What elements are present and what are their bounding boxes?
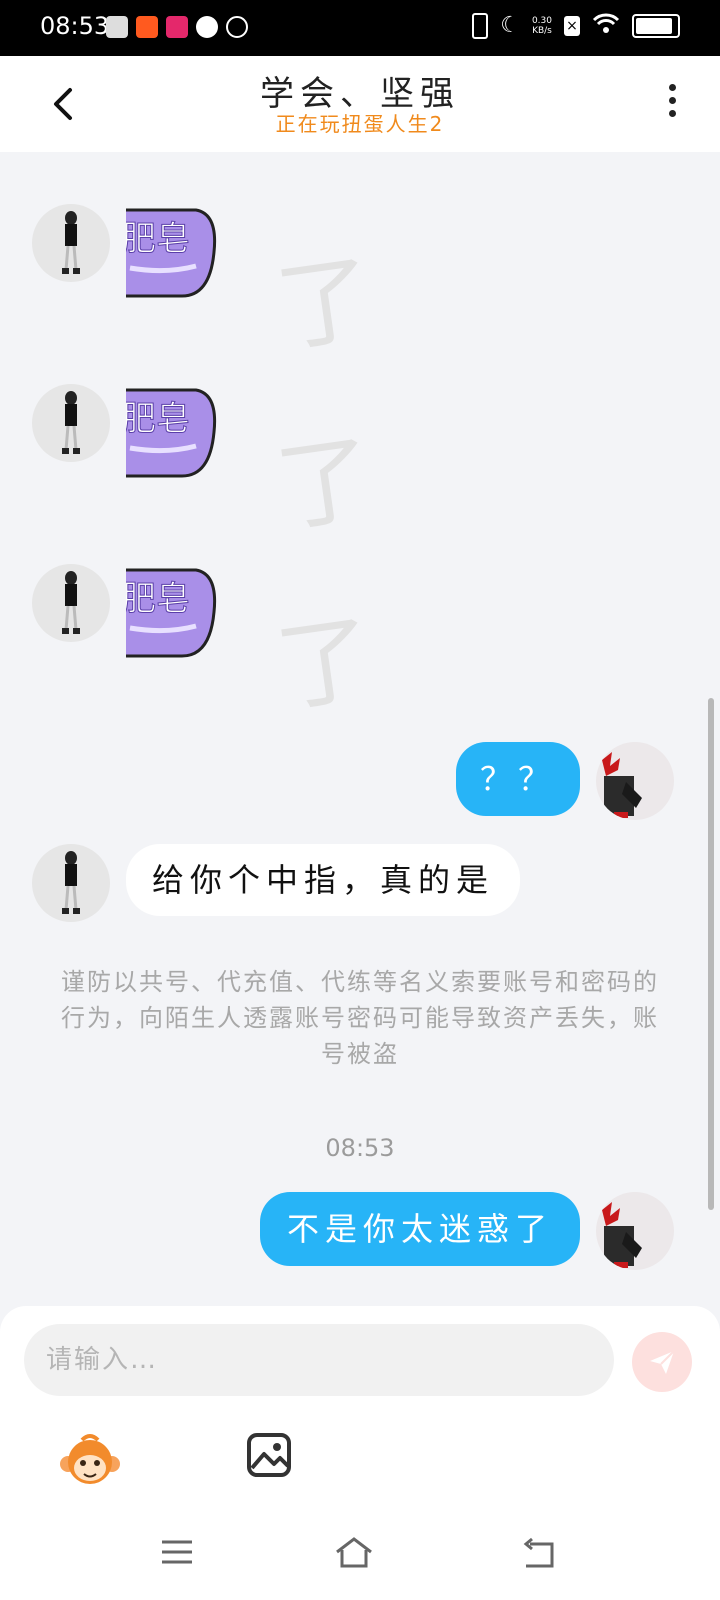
- send-button[interactable]: [632, 1332, 692, 1392]
- menu-nav-button[interactable]: [158, 1536, 198, 1570]
- moon-icon: ☾: [500, 13, 520, 38]
- send-icon: [650, 1350, 675, 1374]
- contact-message-bubble[interactable]: 给你个中指，真的是: [126, 844, 521, 916]
- my-avatar[interactable]: [596, 1192, 674, 1270]
- system-nav-bar: [0, 1500, 720, 1600]
- chat-header: 学会、坚强 正在玩扭蛋人生2: [0, 56, 720, 152]
- my-message-bubble[interactable]: 不是你太迷惑了: [260, 1192, 580, 1266]
- soap-sticker[interactable]: 肥皂: [126, 384, 218, 480]
- battery-icon: [632, 13, 680, 38]
- shopping-app-icon: [166, 16, 188, 38]
- scrollbar[interactable]: [708, 698, 714, 1210]
- contact-avatar[interactable]: [32, 204, 110, 282]
- sync-app-icon: [226, 16, 248, 38]
- contact-avatar[interactable]: [32, 384, 110, 462]
- back-nav-button[interactable]: [520, 1536, 560, 1570]
- app-notification-icon: [136, 16, 158, 38]
- net-speed-value: 0.30: [531, 15, 552, 26]
- database-icon: [106, 16, 128, 38]
- sticker-text: 肥皂: [126, 219, 190, 259]
- menu-icon: [162, 1540, 192, 1564]
- soap-sticker[interactable]: 肥皂: [126, 564, 218, 660]
- status-time: 08:53: [40, 12, 110, 40]
- status-right-icons: ☾ 0.30 KB/s ×: [472, 12, 680, 39]
- net-speed-unit: KB/s: [532, 25, 552, 36]
- home-icon: [336, 1537, 372, 1568]
- my-avatar[interactable]: [596, 742, 674, 820]
- message-timestamp: 08:53: [325, 1134, 395, 1162]
- more-options-button[interactable]: [664, 84, 680, 124]
- input-panel: [0, 1306, 720, 1600]
- message-list[interactable]: 肥皂 了 肥皂 了 肥皂 了 ？？ 给你个中指，真的是 谨防以共号、代充值、代练…: [0, 152, 720, 1302]
- back-icon: [523, 1537, 554, 1568]
- sticker-decoration: 了: [269, 421, 381, 547]
- notification-icons: [106, 16, 248, 38]
- contact-avatar[interactable]: [32, 844, 110, 922]
- monkey-emoji-icon: [60, 1434, 120, 1484]
- security-notice: 谨防以共号、代充值、代练等名义索要账号和密码的行为，向陌生人透露账号密码可能导致…: [61, 968, 659, 1068]
- status-bar: 08:53 ☾ 0.30 KB/s ×: [0, 0, 720, 56]
- vibrate-icon: [472, 12, 489, 39]
- sticker-text: 肥皂: [126, 399, 190, 439]
- contact-status: 正在玩扭蛋人生2: [275, 112, 445, 136]
- wifi-icon: [592, 12, 620, 39]
- sim-off-icon: ×: [564, 15, 580, 36]
- soap-sticker[interactable]: 肥皂: [126, 204, 218, 300]
- message-input[interactable]: [24, 1324, 614, 1396]
- video-app-icon: [196, 16, 218, 38]
- more-vertical-icon: [664, 84, 680, 117]
- network-speed: 0.30 KB/s: [532, 16, 552, 36]
- contact-avatar[interactable]: [32, 564, 110, 642]
- sticker-decoration: 了: [269, 241, 381, 367]
- home-nav-button[interactable]: [334, 1536, 374, 1570]
- sticker-decoration: 了: [269, 601, 381, 727]
- sticker-text: 肥皂: [126, 579, 190, 619]
- emoji-button[interactable]: [60, 1432, 120, 1488]
- image-button[interactable]: [246, 1432, 292, 1478]
- my-message-bubble[interactable]: ？？: [456, 742, 580, 816]
- image-icon: [247, 1433, 291, 1477]
